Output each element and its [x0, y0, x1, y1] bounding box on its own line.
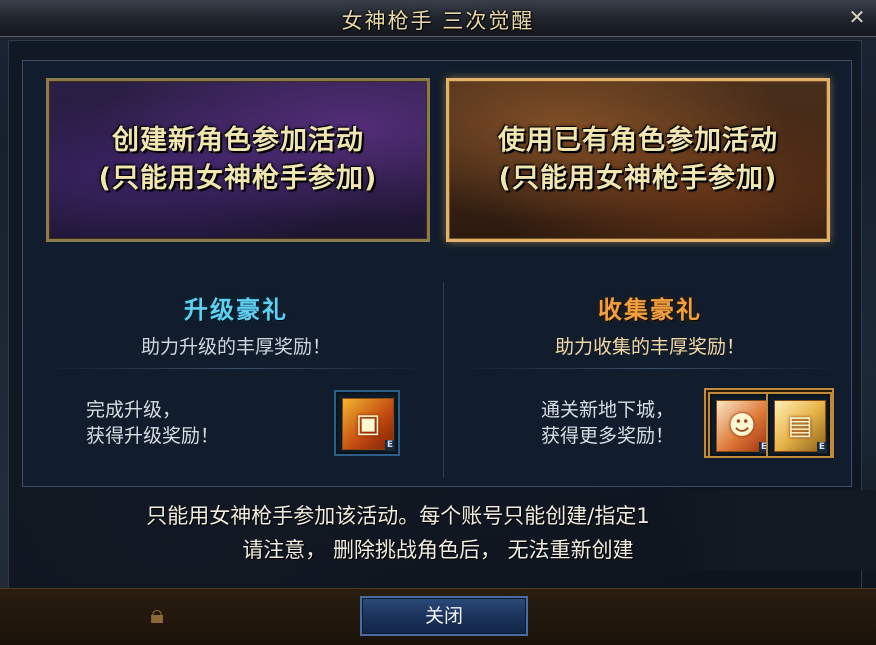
levelup-reward-item[interactable]: ▣ E	[334, 390, 400, 456]
item-tag: E	[816, 442, 827, 453]
item-tag: E	[384, 440, 395, 451]
collect-description: 通关新地下城， 获得更多奖励！	[504, 397, 674, 449]
collect-title: 收集豪礼	[598, 296, 702, 324]
use-existing-character-button[interactable]: 使用已有角色参加活动 (只能用女神枪手参加)	[446, 78, 830, 242]
card-sublabel: (只能用女神枪手参加)	[498, 163, 778, 194]
lock-icon: 🔒︎	[150, 600, 164, 630]
collect-reward-item-2[interactable]: ▤ E	[766, 392, 832, 458]
collect-subtitle: 助力收集的丰厚奖励！	[554, 336, 745, 358]
collect-desc-line2: 获得更多奖励！	[540, 425, 674, 447]
close-button[interactable]: 关闭	[360, 596, 528, 636]
levelup-title: 升级豪礼	[184, 296, 288, 324]
window-title: 女神枪手 三次觉醒	[341, 9, 535, 33]
card-sublabel: (只能用女神枪手参加)	[98, 163, 378, 194]
levelup-description: 完成升级， 获得升级奖励！	[86, 397, 219, 449]
divider	[44, 368, 428, 369]
levelup-subtitle: 助力升级的丰厚奖励！	[140, 336, 331, 358]
card-label: 创建新角色参加活动	[112, 125, 364, 156]
levelup-desc-line2: 获得升级奖励！	[86, 425, 220, 447]
title-bar: 女神枪手 三次觉醒 ✕	[0, 0, 876, 37]
levelup-desc-line1: 完成升级，	[86, 399, 182, 421]
collect-reward-item-1[interactable]: ☻ E	[708, 392, 774, 458]
divider	[458, 368, 842, 369]
card-label: 使用已有角色参加活动	[498, 125, 778, 156]
close-icon[interactable]: ✕	[846, 6, 868, 28]
fade-overlay	[660, 490, 876, 570]
collect-desc-line1: 通关新地下城，	[540, 399, 674, 421]
create-new-character-button[interactable]: 创建新角色参加活动 (只能用女神枪手参加)	[46, 78, 430, 242]
